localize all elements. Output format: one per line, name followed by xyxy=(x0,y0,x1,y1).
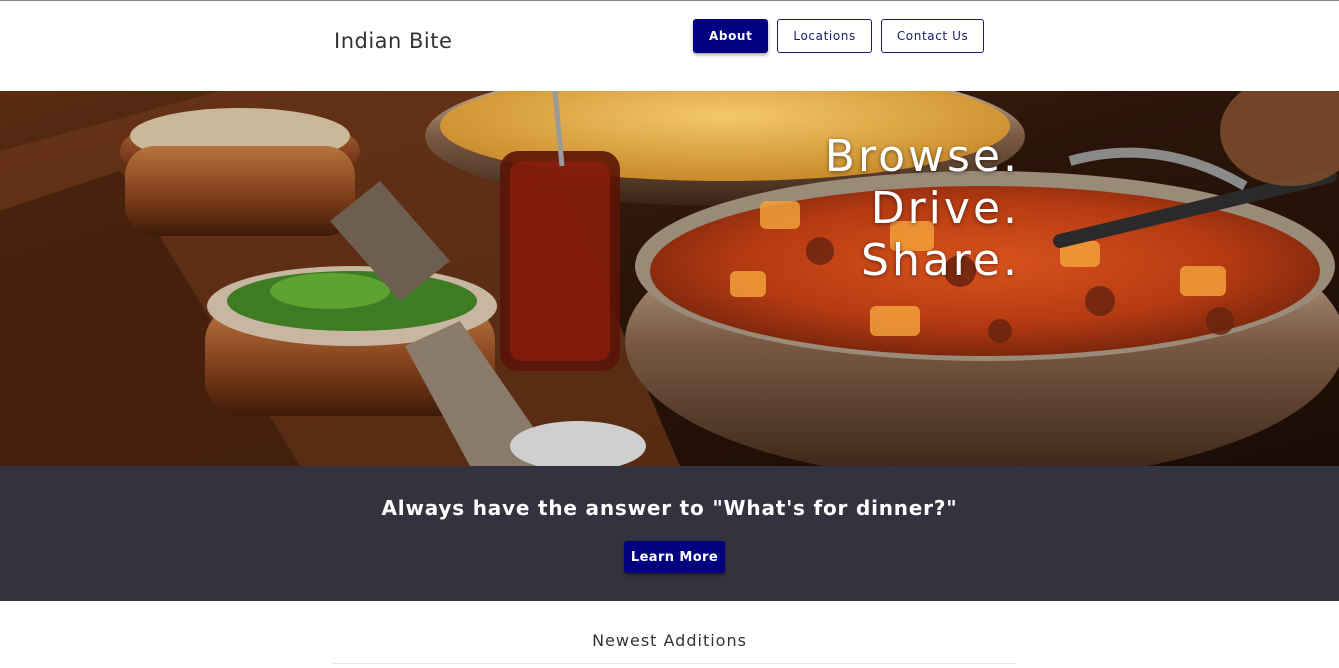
learn-more-button[interactable]: Learn More xyxy=(624,541,725,573)
hero-line-share: Share. xyxy=(861,235,1020,286)
section-divider xyxy=(333,663,1016,664)
site-header: Indian Bite About Locations Contact Us xyxy=(0,1,1339,91)
nav-about-button[interactable]: About xyxy=(693,19,769,53)
cta-section: Always have the answer to "What's for di… xyxy=(0,466,1339,601)
hero-line-drive: Drive. xyxy=(870,183,1020,234)
hero-banner: Browse. Drive. Share. xyxy=(0,91,1339,466)
newest-additions-heading: Newest Additions xyxy=(592,631,747,650)
brand-logo[interactable]: Indian Bite xyxy=(334,29,452,53)
nav-locations-button[interactable]: Locations xyxy=(777,19,872,53)
cta-heading: Always have the answer to "What's for di… xyxy=(381,496,958,520)
main-nav: About Locations Contact Us xyxy=(693,19,985,53)
hero-tagline: Browse. Drive. Share. xyxy=(825,131,1020,287)
newest-additions-section: Newest Additions xyxy=(0,601,1339,668)
food-photo xyxy=(0,91,1339,466)
hero-line-browse: Browse. xyxy=(824,131,1020,182)
nav-contact-button[interactable]: Contact Us xyxy=(880,19,985,53)
